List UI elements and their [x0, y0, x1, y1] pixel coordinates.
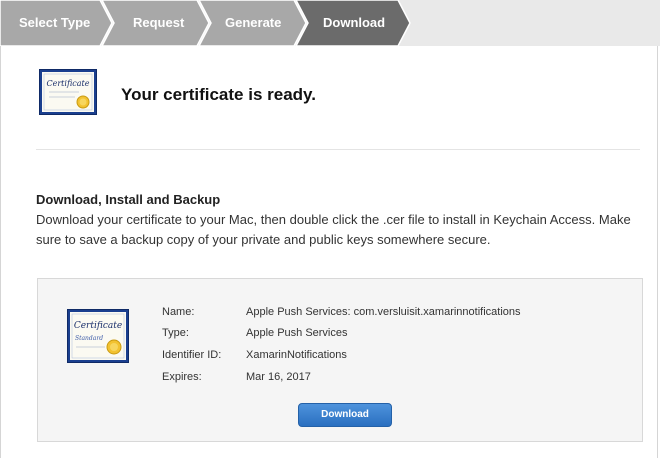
cert-identifier-value: XamarinNotifications [246, 349, 347, 361]
cert-type-value: Apple Push Services [246, 327, 348, 339]
svg-text:Certificate: Certificate [74, 321, 122, 331]
download-button[interactable]: Download [298, 403, 392, 427]
cert-name-value: Apple Push Services: com.versluisit.xama… [246, 306, 521, 318]
progress-step-bar: Select Type Request Generate Download [0, 0, 660, 46]
section-heading: Download, Install and Backup [36, 192, 221, 207]
section-description: Download your certificate to your Mac, t… [36, 212, 631, 247]
steps: Select Type Request Generate Download [0, 0, 412, 46]
certificate-icon: Certificate [39, 69, 97, 120]
svg-text:Standard: Standard [75, 335, 103, 342]
step-request: Request [133, 15, 185, 30]
page-title: Your certificate is ready. [121, 85, 316, 104]
divider [36, 149, 640, 150]
svg-text:Certificate: Certificate [47, 79, 90, 88]
step-select-type: Select Type [19, 15, 91, 30]
step-generate: Generate [225, 15, 282, 30]
step-download: Download [323, 15, 386, 30]
cert-expires-value: Mar 16, 2017 [246, 371, 311, 383]
cert-expires-label: Expires: [162, 371, 202, 383]
certificate-standard-icon: Certificate Standard [67, 309, 129, 368]
cert-type-label: Type: [162, 327, 189, 339]
cert-identifier-label: Identifier ID: [162, 349, 222, 361]
cert-name-label: Name: [162, 306, 195, 318]
